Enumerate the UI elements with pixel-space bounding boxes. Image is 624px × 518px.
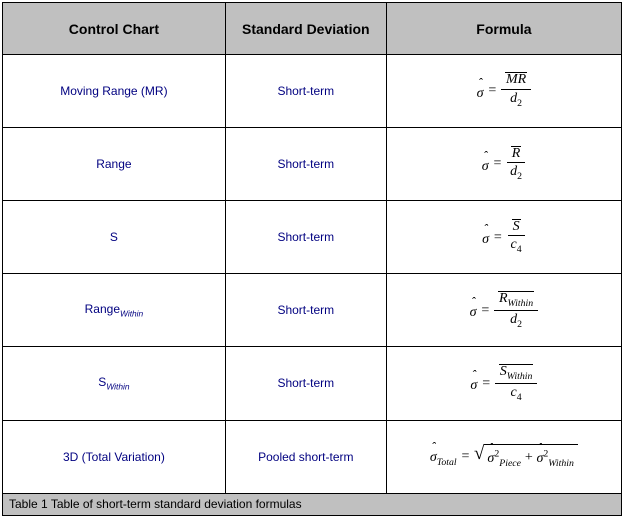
- caption-row: Table 1 Table of short-term standard dev…: [3, 493, 622, 515]
- name-text: Moving Range (MR): [60, 84, 167, 98]
- equals: =: [493, 230, 502, 245]
- piece-sub: Piece: [499, 458, 521, 469]
- r-within: R: [499, 291, 508, 306]
- table-row: Range Short-term σ = R d2: [3, 128, 622, 201]
- formula-cell: σTotal = √ σ2Piece + σ2Within: [386, 420, 621, 493]
- sqrt-icon: √: [474, 444, 484, 470]
- std-dev-cell: Short-term: [225, 128, 386, 201]
- equals: =: [461, 449, 470, 464]
- header-formula: Formula: [386, 3, 621, 55]
- table-row: SWithin Short-term σ = SWithin c4: [3, 347, 622, 420]
- control-chart-name: SWithin: [3, 347, 226, 420]
- name-text: 3D (Total Variation): [63, 450, 165, 464]
- d2-index: 2: [517, 171, 522, 182]
- std-dev-cell: Short-term: [225, 55, 386, 128]
- control-chart-name: 3D (Total Variation): [3, 420, 226, 493]
- table-row: Moving Range (MR) Short-term σ = MR d2: [3, 55, 622, 128]
- r-bar: R: [511, 146, 522, 162]
- formula-cell: σ = R d2: [386, 128, 621, 201]
- sigma-hat: σ: [536, 451, 543, 466]
- name-subscript: Within: [106, 382, 129, 392]
- sigma-hat: σ: [482, 159, 489, 174]
- sigma-hat: σ: [470, 305, 477, 320]
- d2-index: 2: [517, 318, 522, 329]
- mr-bar: MR: [505, 72, 527, 88]
- formula-cell: σ = RWithin d2: [386, 274, 621, 347]
- sigma-hat: σ: [470, 378, 477, 393]
- control-chart-name: S: [3, 201, 226, 274]
- equals: =: [481, 303, 490, 318]
- r-within-sub: Within: [508, 297, 534, 308]
- table-row: 3D (Total Variation) Pooled short-term σ…: [3, 420, 622, 493]
- sigma-hat: σ: [477, 86, 484, 101]
- std-dev-cell: Short-term: [225, 274, 386, 347]
- table-caption: Table 1 Table of short-term standard dev…: [3, 493, 622, 515]
- plus: +: [524, 450, 533, 465]
- table-row: RangeWithin Short-term σ = RWithin d2: [3, 274, 622, 347]
- formula-cell: σ = S c4: [386, 201, 621, 274]
- control-chart-name: RangeWithin: [3, 274, 226, 347]
- std-dev-cell: Short-term: [225, 201, 386, 274]
- std-dev-cell: Short-term: [225, 347, 386, 420]
- s-bar: S: [512, 219, 521, 235]
- equals: =: [481, 376, 490, 391]
- equals: =: [493, 156, 502, 171]
- control-chart-name: Moving Range (MR): [3, 55, 226, 128]
- header-control-chart: Control Chart: [3, 3, 226, 55]
- name-text: Range: [85, 302, 120, 316]
- table-row: S Short-term σ = S c4: [3, 201, 622, 274]
- sigma-hat: σ: [482, 232, 489, 247]
- name-subscript: Within: [120, 309, 143, 319]
- formula-cell: σ = MR d2: [386, 55, 621, 128]
- c4-index: 4: [517, 244, 522, 255]
- std-dev-cell: Pooled short-term: [225, 420, 386, 493]
- s-within: S: [500, 364, 507, 379]
- name-text: S: [110, 230, 118, 244]
- d2-index: 2: [517, 98, 522, 109]
- sigma-hat: σ: [487, 451, 494, 466]
- sigma-total-sub: Total: [437, 457, 457, 468]
- header-row: Control Chart Standard Deviation Formula: [3, 3, 622, 55]
- s-within-sub: Within: [507, 370, 533, 381]
- name-text: Range: [96, 157, 131, 171]
- sigma-hat: σ: [430, 450, 437, 465]
- control-chart-name: Range: [3, 128, 226, 201]
- formula-cell: σ = SWithin c4: [386, 347, 621, 420]
- within-sub: Within: [548, 458, 574, 469]
- header-std-dev: Standard Deviation: [225, 3, 386, 55]
- c4-index: 4: [517, 392, 522, 403]
- equals: =: [488, 83, 497, 98]
- formula-table: Control Chart Standard Deviation Formula…: [2, 2, 622, 516]
